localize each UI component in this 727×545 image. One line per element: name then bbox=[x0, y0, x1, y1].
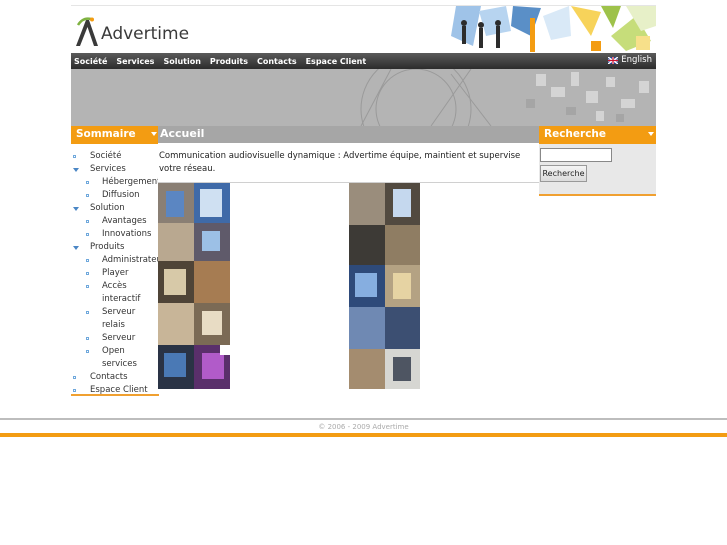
menu-item-innovations[interactable]: Innovations bbox=[71, 228, 159, 241]
logo-text: Advertime bbox=[101, 24, 190, 44]
menu-label: Hébergement bbox=[102, 177, 161, 187]
photo-collage-left bbox=[158, 183, 230, 389]
uk-flag-icon bbox=[608, 56, 619, 64]
menu-label: Innovations bbox=[102, 229, 152, 239]
expand-triangle-icon bbox=[73, 246, 79, 250]
menu-label: Diffusion bbox=[102, 190, 140, 200]
main-content: Accueil Communication audiovisuelle dyna… bbox=[158, 126, 540, 389]
menu-item-serveur-relais[interactable]: Serveur relais bbox=[71, 306, 159, 332]
nav-contacts[interactable]: Contacts bbox=[257, 57, 297, 66]
square-bullet-icon bbox=[86, 259, 89, 262]
menu-item-solution[interactable]: Solution bbox=[71, 202, 159, 215]
menu-label: Administrateur bbox=[102, 255, 166, 265]
menu-item-open-services[interactable]: Open services bbox=[71, 345, 159, 371]
menu-label: Accès interactif bbox=[102, 281, 141, 304]
square-bullet-icon bbox=[73, 376, 76, 379]
expand-triangle-icon bbox=[73, 168, 79, 172]
footer-copyright: © 2006 - 2009 Advertime bbox=[318, 423, 409, 431]
footer-accent-bar bbox=[0, 433, 727, 437]
square-bullet-icon bbox=[86, 285, 89, 288]
nav-services[interactable]: Services bbox=[116, 57, 154, 66]
menu-label: Open services bbox=[102, 346, 137, 369]
logo-mark-icon bbox=[74, 16, 100, 48]
left-sidebar: Sommaire Société Services Hébergement Di… bbox=[71, 126, 165, 397]
search-title: Recherche bbox=[544, 128, 607, 140]
menu-label: Serveur bbox=[102, 333, 136, 343]
square-bullet-icon bbox=[86, 194, 89, 197]
menu-label: Société bbox=[90, 151, 122, 161]
nav-solution[interactable]: Solution bbox=[163, 57, 200, 66]
nav-societe[interactable]: Société bbox=[74, 57, 107, 66]
footer-divider bbox=[0, 418, 727, 420]
dropdown-arrow-icon bbox=[648, 132, 654, 136]
menu-label: Avantages bbox=[102, 216, 147, 226]
menu-item-avantages[interactable]: Avantages bbox=[71, 215, 159, 228]
menu-item-services[interactable]: Services bbox=[71, 163, 159, 176]
menu-label: Espace Client bbox=[90, 385, 148, 395]
menu-item-societe[interactable]: Société bbox=[71, 150, 159, 163]
menu-item-espace-client[interactable]: Espace Client bbox=[71, 384, 159, 397]
menu-item-player[interactable]: Player bbox=[71, 267, 159, 280]
menu-label: Player bbox=[102, 268, 129, 278]
menu-item-diffusion[interactable]: Diffusion bbox=[71, 189, 159, 202]
expand-triangle-icon bbox=[73, 207, 79, 211]
menu-item-acces-interactif[interactable]: Accès interactif bbox=[71, 280, 159, 306]
page-title: Accueil bbox=[158, 126, 540, 143]
menu-item-hebergement[interactable]: Hébergement bbox=[71, 176, 161, 189]
square-bullet-icon bbox=[86, 311, 89, 314]
square-bullet-icon bbox=[86, 233, 89, 236]
menu-item-serveur[interactable]: Serveur bbox=[71, 332, 159, 345]
search-button[interactable]: Recherche bbox=[540, 165, 587, 182]
main-navigation: Société Services Solution Produits Conta… bbox=[71, 53, 656, 69]
site-header: Advertime bbox=[71, 5, 656, 54]
square-bullet-icon bbox=[86, 337, 89, 340]
decorative-band bbox=[71, 69, 656, 126]
sidebar-menu: Société Services Hébergement Diffusion S… bbox=[71, 144, 165, 397]
square-bullet-icon bbox=[86, 220, 89, 223]
menu-item-produits[interactable]: Produits bbox=[71, 241, 159, 254]
language-label: English bbox=[621, 55, 652, 65]
menu-label: Produits bbox=[90, 242, 125, 252]
photo-collage-right bbox=[349, 183, 420, 389]
menu-item-administrateur[interactable]: Administrateur bbox=[71, 254, 165, 267]
page-description: Communication audiovisuelle dynamique : … bbox=[158, 143, 540, 183]
menu-item-contacts[interactable]: Contacts bbox=[71, 371, 159, 384]
nav-produits[interactable]: Produits bbox=[210, 57, 248, 66]
language-switch[interactable]: English bbox=[608, 55, 652, 65]
square-bullet-icon bbox=[86, 181, 89, 184]
search-input[interactable] bbox=[540, 148, 612, 162]
nav-espace-client[interactable]: Espace Client bbox=[306, 57, 367, 66]
menu-label: Serveur relais bbox=[102, 307, 136, 330]
sidebar-header[interactable]: Sommaire bbox=[71, 126, 159, 144]
header-banner-image bbox=[451, 6, 656, 54]
menu-label: Contacts bbox=[90, 372, 128, 382]
square-bullet-icon bbox=[73, 389, 76, 392]
square-bullet-icon bbox=[86, 272, 89, 275]
search-panel: Recherche Recherche bbox=[539, 126, 656, 196]
sidebar-title: Sommaire bbox=[76, 128, 136, 140]
search-header[interactable]: Recherche bbox=[539, 126, 656, 144]
advertime-logo[interactable]: Advertime bbox=[74, 12, 189, 48]
menu-label: Services bbox=[90, 164, 126, 174]
square-bullet-icon bbox=[86, 350, 89, 353]
menu-label: Solution bbox=[90, 203, 125, 213]
square-bullet-icon bbox=[73, 155, 76, 158]
dropdown-arrow-icon bbox=[151, 132, 157, 136]
